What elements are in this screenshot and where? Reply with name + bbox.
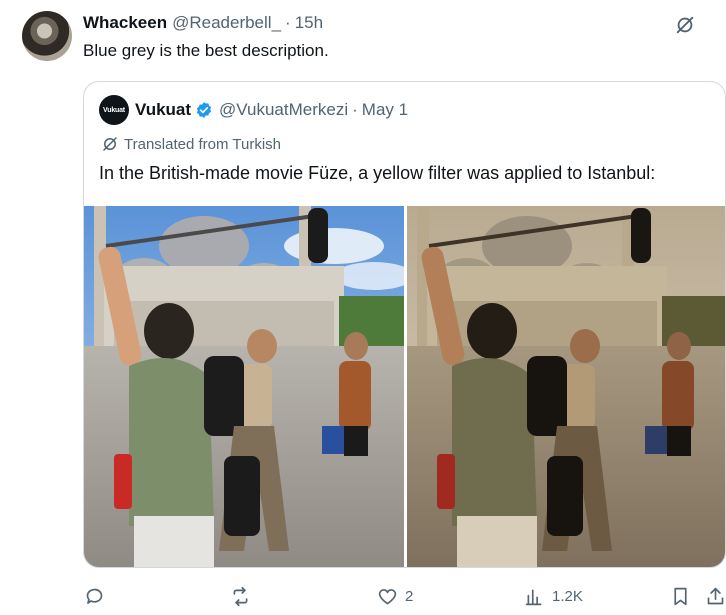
reply-icon bbox=[86, 588, 103, 604]
action-bar: 2 1.2K bbox=[0, 578, 726, 614]
analytics-icon bbox=[525, 589, 542, 605]
photo-grid bbox=[84, 206, 725, 567]
quote-avatar[interactable]: Vukuat bbox=[99, 95, 129, 125]
reply-button[interactable] bbox=[84, 584, 112, 608]
share-button[interactable] bbox=[705, 584, 726, 608]
like-button[interactable]: 2 bbox=[377, 584, 413, 608]
separator-dot: · bbox=[352, 100, 358, 119]
repost-button[interactable] bbox=[230, 584, 258, 608]
photo-original[interactable] bbox=[84, 206, 404, 567]
photo-yellow-filter[interactable] bbox=[407, 206, 725, 567]
tweet-time[interactable]: 15h bbox=[295, 13, 323, 33]
grok-icon[interactable] bbox=[672, 12, 698, 38]
heart-icon bbox=[378, 588, 397, 604]
author-avatar[interactable] bbox=[22, 11, 72, 61]
separator-dot: · bbox=[285, 13, 291, 32]
quoted-tweet[interactable]: Vukuat Vukuat @VukuatMerkezi · May 1 Tra… bbox=[83, 81, 726, 568]
quote-text: In the British-made movie Füze, a yellow… bbox=[99, 163, 656, 183]
quote-header: Vukuat Vukuat @VukuatMerkezi · May 1 bbox=[99, 95, 408, 125]
grok-icon bbox=[103, 137, 117, 151]
translated-indicator: Translated from Turkish bbox=[101, 134, 281, 154]
like-count: 2 bbox=[405, 587, 414, 605]
author-handle[interactable]: @Readerbell_ bbox=[172, 13, 281, 33]
repost-icon bbox=[233, 586, 248, 606]
bookmark-button[interactable] bbox=[670, 584, 691, 608]
author-name[interactable]: Whackeen bbox=[83, 13, 167, 33]
view-count: 1.2K bbox=[552, 587, 583, 605]
tweet-text: Blue grey is the best description. bbox=[83, 41, 329, 60]
bookmark-icon bbox=[674, 587, 687, 605]
tweet-header: Whackeen @Readerbell_ · 15h bbox=[83, 12, 323, 34]
share-icon bbox=[707, 587, 724, 604]
quote-author-handle[interactable]: @VukuatMerkezi bbox=[219, 100, 348, 120]
quote-author-name[interactable]: Vukuat bbox=[135, 100, 191, 120]
translated-label: Translated from Turkish bbox=[124, 135, 281, 153]
verified-badge-icon bbox=[195, 101, 213, 119]
views-button[interactable]: 1.2K bbox=[524, 584, 583, 608]
quote-date[interactable]: May 1 bbox=[362, 100, 408, 120]
